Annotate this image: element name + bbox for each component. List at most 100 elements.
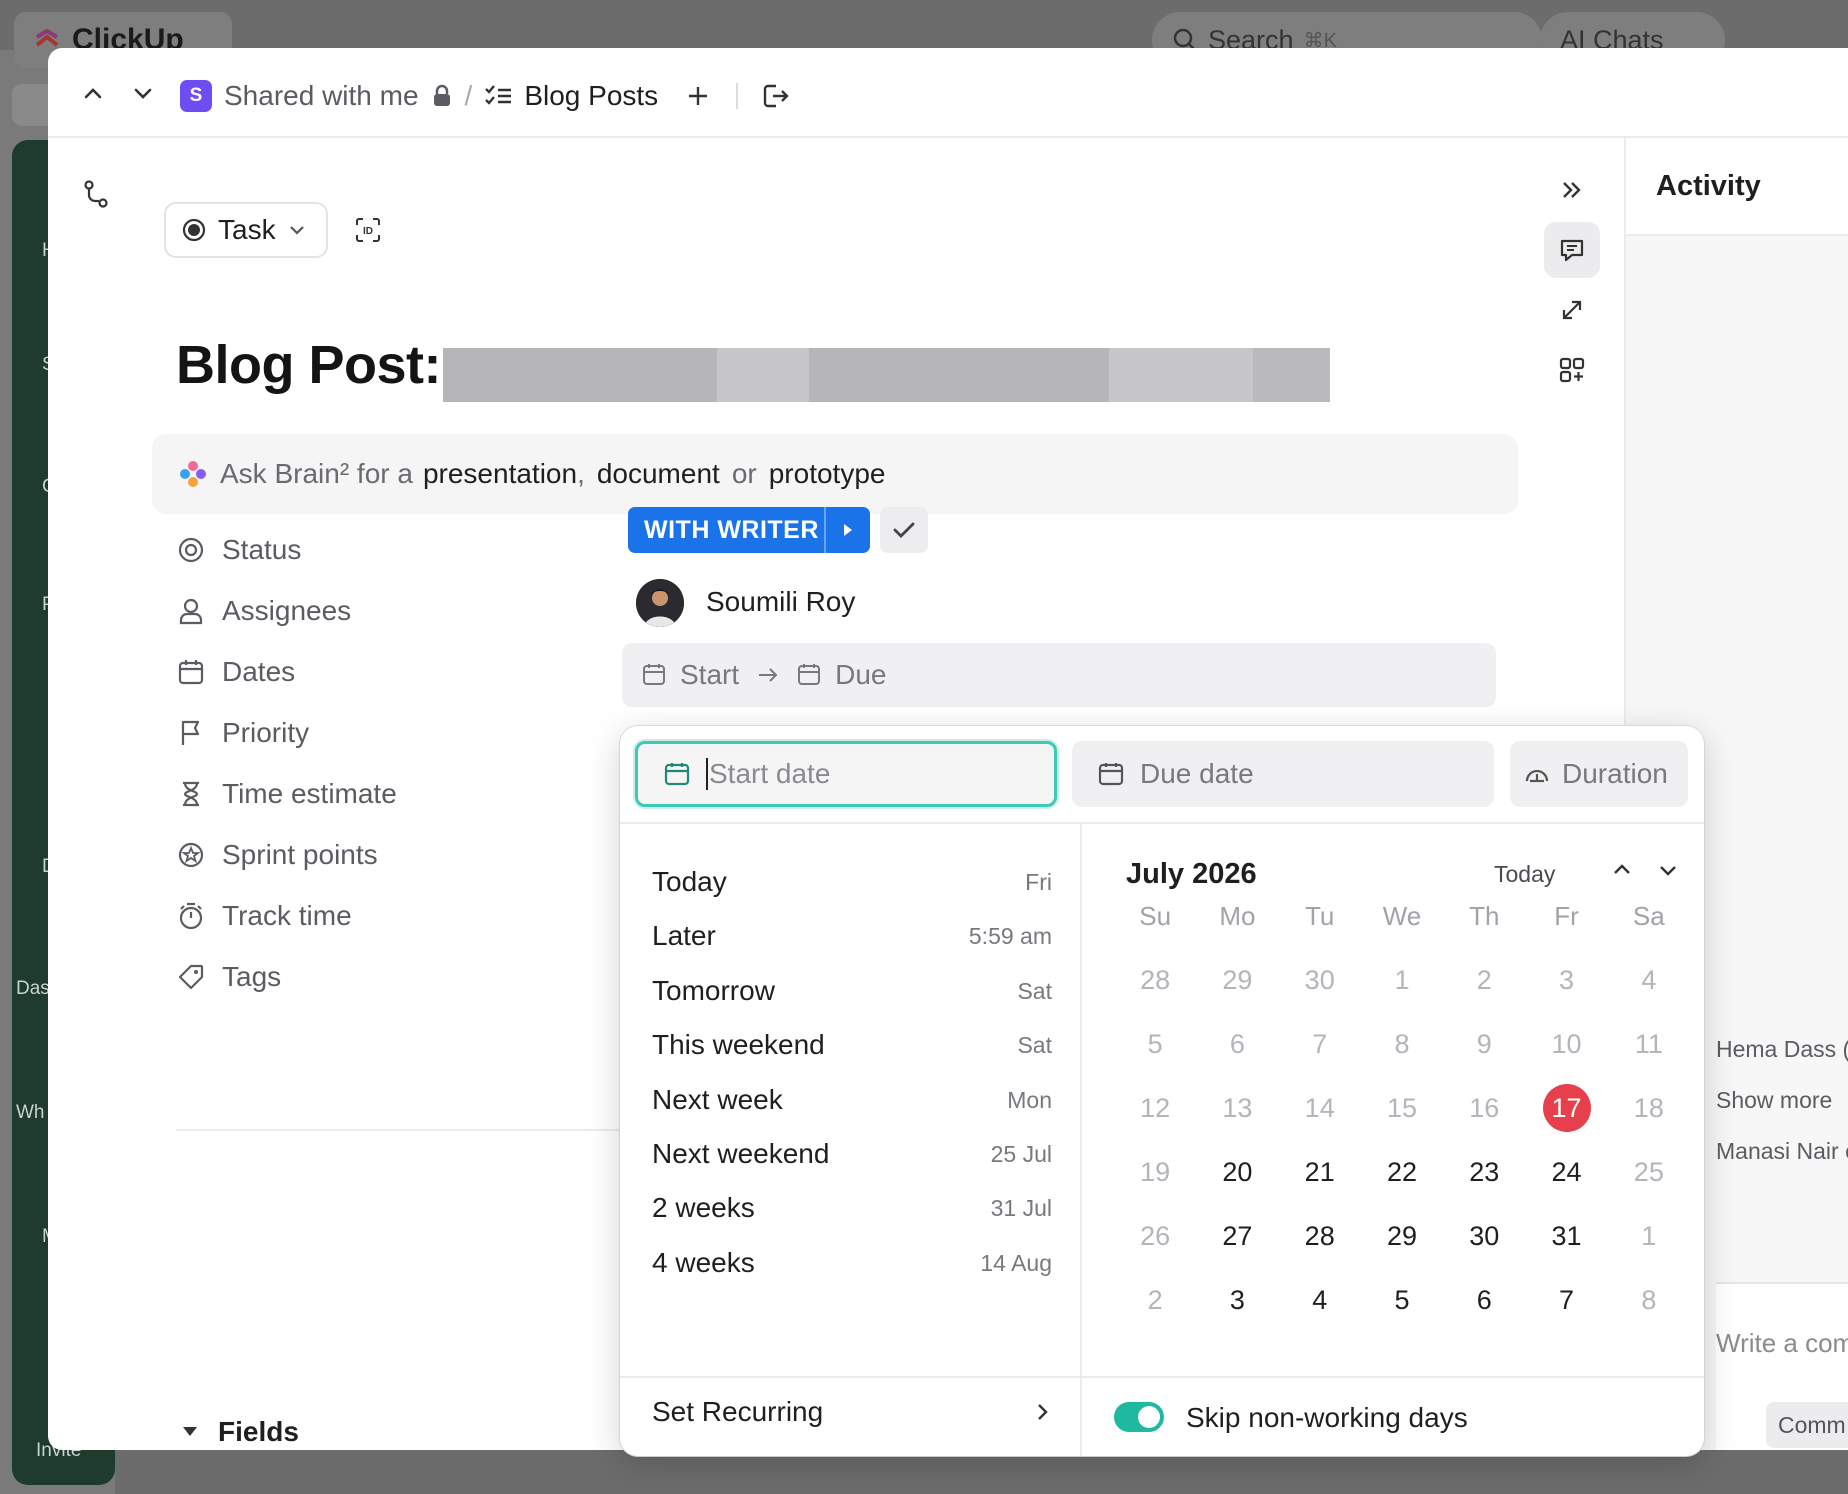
calendar-day[interactable]: 2 bbox=[1443, 948, 1525, 1012]
next-task-button[interactable] bbox=[122, 72, 164, 114]
links-button[interactable] bbox=[1544, 282, 1600, 338]
calendar-day[interactable]: 30 bbox=[1279, 948, 1361, 1012]
breadcrumb-list[interactable]: Blog Posts bbox=[524, 80, 658, 112]
calendar-day[interactable]: 31 bbox=[1525, 1204, 1607, 1268]
calendar-day[interactable]: 21 bbox=[1279, 1140, 1361, 1204]
calendar-day-today[interactable]: 17 bbox=[1525, 1076, 1607, 1140]
calendar-day[interactable]: 29 bbox=[1361, 1204, 1443, 1268]
calendar-day[interactable]: 16 bbox=[1443, 1076, 1525, 1140]
calendar-day[interactable]: 24 bbox=[1525, 1140, 1607, 1204]
assignee-name[interactable]: Soumili Roy bbox=[706, 586, 855, 618]
comment-button[interactable]: Comm bbox=[1766, 1402, 1848, 1448]
quick-option-next-weekend[interactable]: Next weekend 25 Jul bbox=[652, 1134, 1052, 1174]
quick-option-tomorrow[interactable]: Tomorrow Sat bbox=[652, 971, 1052, 1011]
task-type-dropdown[interactable]: Task bbox=[164, 202, 328, 258]
calendar-day[interactable]: 1 bbox=[1361, 948, 1443, 1012]
comment-input[interactable]: Write a comm bbox=[1716, 1328, 1848, 1359]
calendar-day[interactable]: 8 bbox=[1608, 1268, 1690, 1332]
quick-option-2-weeks[interactable]: 2 weeks 31 Jul bbox=[652, 1188, 1052, 1228]
calendar-day[interactable]: 28 bbox=[1114, 948, 1196, 1012]
brain-option-document[interactable]: document bbox=[597, 458, 720, 490]
calendar-day[interactable]: 8 bbox=[1361, 1012, 1443, 1076]
calendar-day[interactable]: 14 bbox=[1279, 1076, 1361, 1140]
move-task-button[interactable] bbox=[756, 76, 796, 116]
calendar-day[interactable]: 19 bbox=[1114, 1140, 1196, 1204]
quick-option-today[interactable]: Today Fri bbox=[652, 862, 1052, 902]
calendar-day[interactable]: 5 bbox=[1114, 1012, 1196, 1076]
calendar-day[interactable]: 25 bbox=[1608, 1140, 1690, 1204]
task-id-button[interactable]: ID bbox=[344, 206, 392, 254]
show-more-link[interactable]: Show more bbox=[1716, 1087, 1832, 1114]
calendar-day[interactable]: 4 bbox=[1279, 1268, 1361, 1332]
calendar-day[interactable]: 1 bbox=[1608, 1204, 1690, 1268]
calendar-day[interactable]: 29 bbox=[1196, 948, 1278, 1012]
calendar-day[interactable]: 13 bbox=[1196, 1076, 1278, 1140]
quick-option-later[interactable]: Later 5:59 am bbox=[652, 916, 1052, 956]
calendar-day[interactable]: 7 bbox=[1279, 1012, 1361, 1076]
quick-option-label: Next weekend bbox=[652, 1138, 830, 1169]
brain-option-presentation[interactable]: presentation bbox=[423, 458, 577, 490]
next-month-button[interactable] bbox=[1650, 852, 1686, 888]
calendar-day[interactable]: 18 bbox=[1608, 1076, 1690, 1140]
calendar-day[interactable]: 2 bbox=[1114, 1268, 1196, 1332]
complete-task-button[interactable] bbox=[880, 507, 928, 553]
due-label: Due bbox=[835, 659, 887, 690]
calendar-day[interactable]: 23 bbox=[1443, 1140, 1525, 1204]
calendar-day[interactable]: 26 bbox=[1114, 1204, 1196, 1268]
previous-task-button[interactable] bbox=[72, 72, 114, 114]
fields-section-toggle[interactable]: Fields bbox=[182, 1416, 299, 1448]
calendar-day[interactable]: 30 bbox=[1443, 1204, 1525, 1268]
dates-field[interactable]: Start Due bbox=[622, 643, 1496, 707]
previous-month-button[interactable] bbox=[1604, 852, 1640, 888]
due-date-input[interactable]: Due date bbox=[1072, 741, 1494, 807]
calendar-day[interactable]: 3 bbox=[1525, 948, 1607, 1012]
quick-option-this-weekend[interactable]: This weekend Sat bbox=[652, 1025, 1052, 1065]
next-status-button[interactable] bbox=[824, 507, 870, 553]
prop-status: Status bbox=[176, 530, 301, 570]
ask-brain-bar[interactable]: Ask Brain² for a presentation, document … bbox=[152, 434, 1518, 514]
chevron-down-icon bbox=[289, 226, 304, 235]
calendar-day[interactable]: 3 bbox=[1196, 1268, 1278, 1332]
calendar-day[interactable]: 27 bbox=[1196, 1204, 1278, 1268]
person-icon bbox=[179, 598, 203, 625]
set-recurring-label: Set Recurring bbox=[652, 1396, 824, 1427]
calendar-day[interactable]: 6 bbox=[1443, 1268, 1525, 1332]
duration-button[interactable]: Duration bbox=[1510, 741, 1688, 807]
calendar-day[interactable]: 28 bbox=[1279, 1204, 1361, 1268]
task-type-label: Task bbox=[218, 214, 276, 245]
caret-down-icon bbox=[183, 1427, 197, 1436]
quick-option-next-week[interactable]: Next week Mon bbox=[652, 1080, 1052, 1120]
add-app-button[interactable] bbox=[1544, 342, 1600, 398]
calendar-day[interactable]: 9 bbox=[1443, 1012, 1525, 1076]
sidebar-label[interactable]: Das bbox=[16, 978, 50, 1000]
collapse-panel-button[interactable] bbox=[1544, 162, 1600, 218]
calendar-day[interactable]: 5 bbox=[1361, 1268, 1443, 1332]
calendar-day[interactable]: 10 bbox=[1525, 1012, 1607, 1076]
calendar-day[interactable]: 4 bbox=[1608, 948, 1690, 1012]
set-recurring-button[interactable]: Set Recurring bbox=[652, 1396, 1052, 1428]
prop-dates: Dates bbox=[176, 652, 295, 692]
task-title[interactable]: Blog Post: bbox=[176, 334, 441, 396]
add-button[interactable] bbox=[678, 76, 718, 116]
start-date-input[interactable]: Start date bbox=[635, 741, 1057, 807]
activity-tab-button[interactable] bbox=[1544, 222, 1600, 278]
calendar-due-icon bbox=[798, 664, 821, 685]
brain-option-prototype[interactable]: prototype bbox=[769, 458, 886, 490]
calendar-day[interactable]: 6 bbox=[1196, 1012, 1278, 1076]
calendar-day[interactable]: 11 bbox=[1608, 1012, 1690, 1076]
calendar-day[interactable]: 12 bbox=[1114, 1076, 1196, 1140]
calendar-day[interactable]: 15 bbox=[1361, 1076, 1443, 1140]
comment-box[interactable]: Write a comm Comm bbox=[1716, 1284, 1848, 1450]
skip-non-working-days-toggle[interactable] bbox=[1114, 1402, 1164, 1432]
breadcrumb-space[interactable]: Shared with me bbox=[224, 80, 419, 112]
relationships-button[interactable] bbox=[72, 170, 120, 218]
arrow-right-icon bbox=[759, 668, 778, 682]
calendar-day[interactable]: 7 bbox=[1525, 1268, 1607, 1332]
calendar-day[interactable]: 20 bbox=[1196, 1140, 1278, 1204]
checkmark-icon bbox=[893, 522, 915, 538]
avatar[interactable] bbox=[636, 579, 684, 627]
sidebar-label[interactable]: Wh bbox=[16, 1102, 45, 1124]
status-dropdown[interactable]: WITH WRITER bbox=[628, 507, 870, 553]
calendar-day[interactable]: 22 bbox=[1361, 1140, 1443, 1204]
quick-option-4-weeks[interactable]: 4 weeks 14 Aug bbox=[652, 1243, 1052, 1283]
